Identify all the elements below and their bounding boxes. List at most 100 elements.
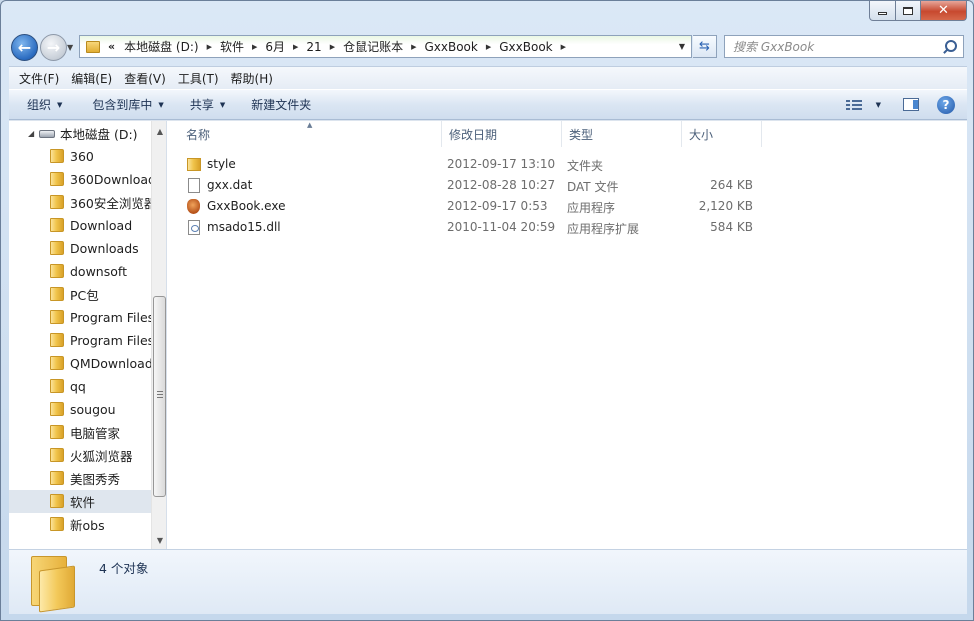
nav-item-label: 软件: [70, 495, 96, 510]
breadcrumb-item[interactable]: 仓鼠记账本: [338, 38, 408, 55]
scroll-up-icon[interactable]: ▲: [152, 123, 166, 139]
breadcrumb: 本地磁盘 (D:) ▶ 软件 ▶ 6月 ▶ 21 ▶ 仓鼠记账本 ▶ GxxBo…: [119, 38, 569, 55]
folder-icon: [86, 40, 100, 53]
scrollbar-thumb[interactable]: [153, 296, 166, 497]
breadcrumb-arrow-icon[interactable]: ▶: [327, 43, 338, 51]
breadcrumb-item[interactable]: 21: [301, 40, 326, 54]
file-size: 264 KB: [710, 178, 753, 192]
nav-item-label: 电脑管家: [70, 426, 121, 441]
nav-item-folder[interactable]: PC包: [9, 283, 151, 306]
breadcrumb-item[interactable]: 软件: [215, 38, 249, 55]
recent-pages-dropdown[interactable]: ▼: [67, 43, 73, 52]
table-row[interactable]: msado15.dll 2010-11-04 20:59 应用程序扩展 584 …: [168, 217, 967, 238]
nav-item-folder[interactable]: 360: [9, 145, 151, 168]
nav-scrollbar[interactable]: ▲ ▼: [151, 121, 166, 550]
search-input[interactable]: [725, 36, 941, 57]
file-type: 应用程序扩展: [567, 222, 640, 236]
breadcrumb-item[interactable]: 本地磁盘 (D:): [119, 38, 203, 55]
nav-item-folder[interactable]: Download: [9, 214, 151, 237]
menu-bar: 文件(F) 编辑(E) 查看(V) 工具(T) 帮助(H): [9, 66, 967, 89]
folder-icon: [50, 241, 64, 255]
nav-item-label: Download: [70, 218, 133, 233]
file-name: GxxBook.exe: [207, 199, 286, 213]
views-icon[interactable]: [845, 98, 862, 111]
nav-item-folder[interactable]: 美图秀秀: [9, 467, 151, 490]
table-row[interactable]: gxx.dat 2012-08-28 10:27 DAT 文件 264 KB: [168, 175, 967, 196]
folder-icon: [50, 218, 64, 232]
nav-item-folder[interactable]: sougou: [9, 398, 151, 421]
folder-icon: [50, 471, 64, 485]
views-dropdown-icon[interactable]: ▼: [876, 101, 881, 109]
menu-help[interactable]: 帮助(H): [226, 70, 278, 87]
nav-item-folder[interactable]: 火狐浏览器: [9, 444, 151, 467]
folder-icon: [50, 379, 64, 393]
breadcrumb-arrow-icon[interactable]: ▶: [558, 43, 569, 51]
include-in-library-label: 包含到库中: [92, 98, 153, 112]
breadcrumb-arrow-icon[interactable]: ▶: [408, 43, 419, 51]
preview-pane-icon[interactable]: [903, 98, 919, 111]
nav-item-folder[interactable]: 新obs: [9, 513, 151, 536]
new-folder-button[interactable]: 新建文件夹: [243, 96, 319, 113]
chevron-down-icon[interactable]: ▼: [679, 42, 685, 51]
breadcrumb-arrow-icon[interactable]: ▶: [483, 43, 494, 51]
include-in-library-button[interactable]: 包含到库中 ▼: [84, 96, 171, 113]
help-icon[interactable]: ?: [937, 95, 955, 114]
refresh-button[interactable]: ⇆: [693, 35, 717, 58]
search-icon[interactable]: [941, 38, 959, 56]
breadcrumb-item[interactable]: GxxBook: [494, 40, 557, 54]
menu-view[interactable]: 查看(V): [119, 70, 171, 87]
breadcrumb-arrow-icon[interactable]: ▶: [290, 43, 301, 51]
scroll-down-icon[interactable]: ▼: [152, 532, 166, 548]
nav-item-drive-d[interactable]: ◢ 本地磁盘 (D:): [9, 121, 151, 145]
table-row[interactable]: style 2012-09-17 13:10 文件夹: [168, 154, 967, 175]
nav-item-label: 360: [70, 149, 94, 164]
table-row[interactable]: GxxBook.exe 2012-09-17 0:53 应用程序 2,120 K…: [168, 196, 967, 217]
nav-item-folder[interactable]: Program Files: [9, 306, 151, 329]
file-name: gxx.dat: [207, 178, 253, 192]
new-folder-label: 新建文件夹: [251, 98, 312, 112]
nav-item-label: 美图秀秀: [70, 472, 121, 487]
forward-button[interactable]: →: [40, 34, 67, 61]
folder-icon: [50, 356, 64, 370]
expander-icon[interactable]: ◢: [28, 129, 34, 138]
file-rows: style 2012-09-17 13:10 文件夹 gxx.dat 2012-…: [168, 154, 967, 238]
breadcrumb-arrow-icon[interactable]: ▶: [249, 43, 260, 51]
file-date: 2010-11-04 20:59: [447, 220, 556, 234]
breadcrumb-overflow[interactable]: «: [104, 40, 119, 53]
nav-item-folder[interactable]: 360Download: [9, 168, 151, 191]
file-icon: [188, 178, 200, 193]
close-button[interactable]: ✕: [921, 1, 967, 21]
nav-item-folder[interactable]: QMDownload: [9, 352, 151, 375]
menu-file[interactable]: 文件(F): [14, 70, 64, 87]
menu-tools[interactable]: 工具(T): [173, 70, 224, 87]
column-type[interactable]: 类型: [562, 121, 682, 147]
nav-item-folder[interactable]: Program Files: [9, 329, 151, 352]
menu-edit[interactable]: 编辑(E): [66, 70, 117, 87]
column-name[interactable]: 名称: [179, 121, 442, 147]
organize-button[interactable]: 组织 ▼: [19, 96, 70, 113]
nav-item-folder[interactable]: 电脑管家: [9, 421, 151, 444]
nav-item-label: PC包: [70, 288, 99, 303]
breadcrumb-item[interactable]: 6月: [260, 38, 290, 55]
drive-icon: [39, 130, 55, 138]
details-pane: 4 个对象: [9, 549, 967, 614]
grip-icon: [157, 391, 163, 398]
breadcrumb-item[interactable]: GxxBook: [419, 40, 482, 54]
share-label: 共享: [189, 98, 214, 112]
nav-item-folder[interactable]: downsoft: [9, 260, 151, 283]
breadcrumb-arrow-icon[interactable]: ▶: [204, 43, 215, 51]
column-date[interactable]: 修改日期: [442, 121, 562, 147]
maximize-button[interactable]: [896, 1, 921, 21]
share-button[interactable]: 共享 ▼: [182, 96, 233, 113]
minimize-button[interactable]: [869, 1, 896, 21]
address-bar[interactable]: « 本地磁盘 (D:) ▶ 软件 ▶ 6月 ▶ 21 ▶ 仓鼠记账本 ▶ Gxx…: [79, 35, 692, 58]
folder-icon: [50, 448, 64, 462]
nav-item-folder[interactable]: 360安全浏览器: [9, 191, 151, 214]
nav-item-folder[interactable]: qq: [9, 375, 151, 398]
folder-icon: [50, 195, 64, 209]
nav-item-folder[interactable]: Downloads: [9, 237, 151, 260]
nav-item-label: Downloads: [70, 241, 139, 256]
column-size[interactable]: 大小: [682, 121, 762, 147]
nav-item-folder-selected[interactable]: 软件: [9, 490, 151, 513]
back-button[interactable]: ←: [11, 34, 38, 61]
